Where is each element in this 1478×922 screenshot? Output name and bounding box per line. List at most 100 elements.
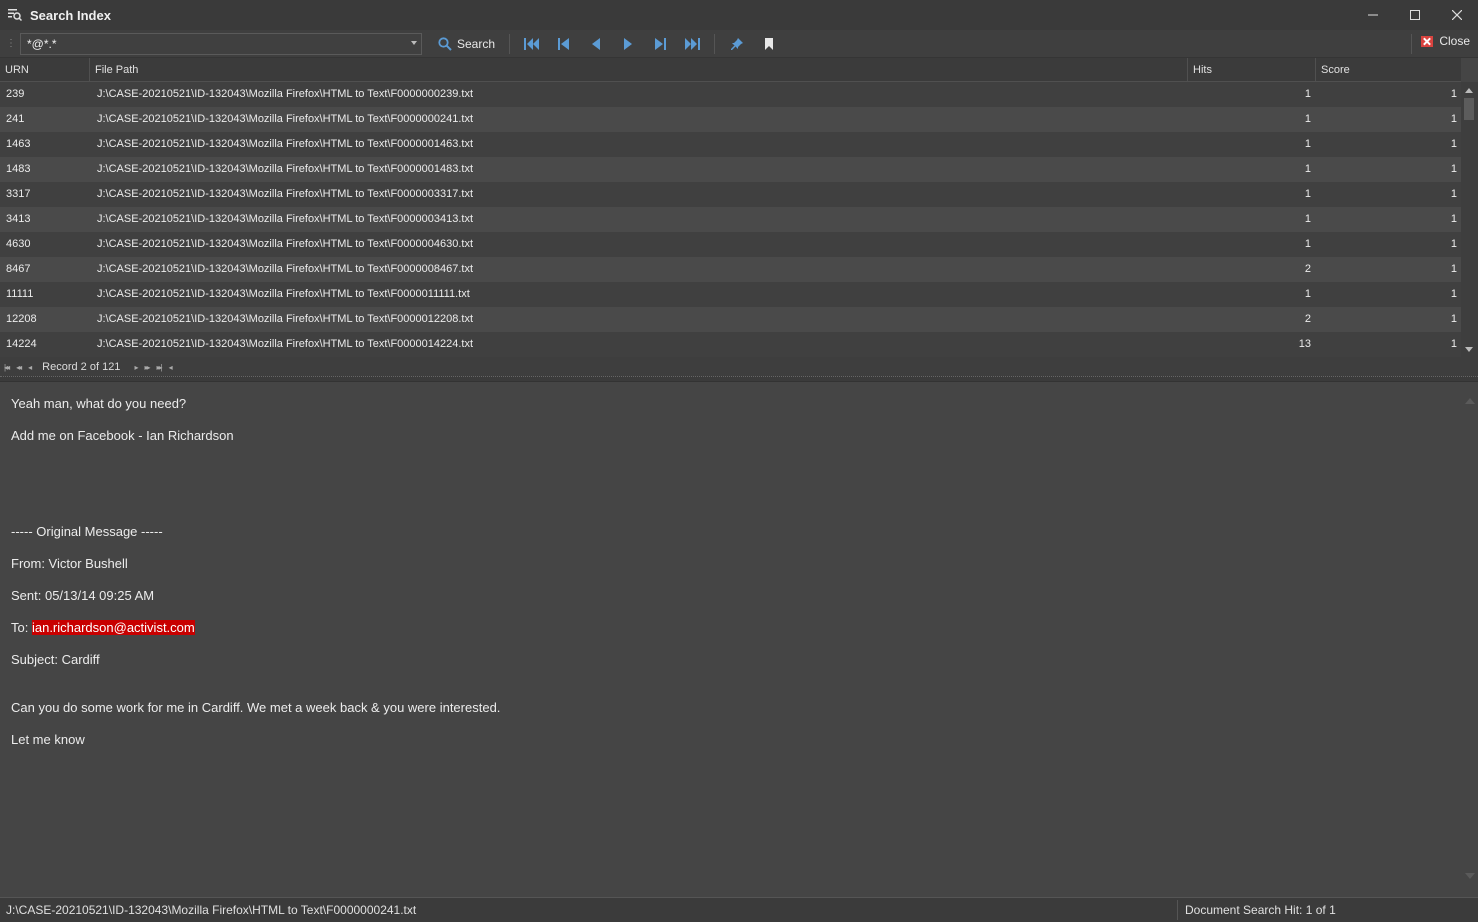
cell-file-path: J:\CASE-20210521\ID-132043\Mozilla Firef… xyxy=(97,163,474,175)
cell-score: 1 xyxy=(1450,188,1457,200)
cell-score: 1 xyxy=(1450,263,1457,275)
cell-urn: 239 xyxy=(6,88,25,100)
scroll-up-icon[interactable] xyxy=(1465,398,1475,404)
column-header-hits[interactable]: Hits xyxy=(1188,58,1316,82)
cell-file-path: J:\CASE-20210521\ID-132043\Mozilla Firef… xyxy=(97,263,474,275)
nav-prev-icon[interactable]: ◂ xyxy=(28,363,32,372)
cell-score: 1 xyxy=(1450,138,1457,150)
table-row[interactable]: 1463 J:\CASE-20210521\ID-132043\Mozilla F… xyxy=(0,132,1461,157)
table-row[interactable]: 3317 J:\CASE-20210521\ID-132043\Mozilla F… xyxy=(0,182,1461,207)
table-row[interactable]: 8467 J:\CASE-20210521\ID-132043\Mozilla F… xyxy=(0,257,1461,282)
close-button-label: Close xyxy=(1439,34,1470,48)
nav-next-icon[interactable]: ▸ xyxy=(134,363,138,372)
cell-urn: 4630 xyxy=(6,238,31,250)
cell-hits: 13 xyxy=(1298,338,1311,350)
cell-score: 1 xyxy=(1450,313,1457,325)
hscroll-left-icon[interactable]: ◂ xyxy=(169,363,173,372)
table-row[interactable]: 239 J:\CASE-20210521\ID-132043\Mozilla Fi… xyxy=(0,82,1461,107)
table-row[interactable]: 3413 J:\CASE-20210521\ID-132043\Mozilla F… xyxy=(0,207,1461,232)
cell-score: 1 xyxy=(1450,163,1457,175)
doc-line-to: To: ian.richardson@activist.com xyxy=(11,619,1450,651)
table-row[interactable]: 4630 J:\CASE-20210521\ID-132043\Mozilla F… xyxy=(0,232,1461,257)
cell-hits: 2 xyxy=(1304,313,1311,325)
viewer-scrollbar[interactable] xyxy=(1461,382,1478,897)
last-icon[interactable] xyxy=(676,33,708,55)
grid-body: 239 J:\CASE-20210521\ID-132043\Mozilla Fi… xyxy=(0,82,1461,357)
doc-line: Add me on Facebook - Ian Richardson xyxy=(11,428,234,443)
previous-page-icon[interactable] xyxy=(548,33,580,55)
doc-line: Yeah man, what do you need? xyxy=(11,396,187,411)
close-icon[interactable] xyxy=(1436,0,1478,30)
table-row[interactable]: 241 J:\CASE-20210521\ID-132043\Mozilla Fi… xyxy=(0,107,1461,132)
scroll-thumb[interactable] xyxy=(1464,98,1474,120)
cell-hits: 1 xyxy=(1304,288,1311,300)
first-icon[interactable] xyxy=(516,33,548,55)
grid-header: URN File Path Hits Score xyxy=(0,58,1461,82)
maximize-icon[interactable] xyxy=(1394,0,1436,30)
nav-first-icon[interactable]: |◂◂ xyxy=(4,363,10,372)
title-bar: Search Index xyxy=(0,0,1478,30)
doc-line: Let me know xyxy=(11,732,85,747)
cell-urn: 1483 xyxy=(6,163,31,175)
pin-icon[interactable] xyxy=(721,33,753,55)
cell-urn: 3317 xyxy=(6,188,31,200)
window-title: Search Index xyxy=(30,7,111,23)
cell-file-path: J:\CASE-20210521\ID-132043\Mozilla Firef… xyxy=(97,188,474,200)
scroll-down-icon[interactable] xyxy=(1465,347,1473,352)
table-row[interactable]: 14224 J:\CASE-20210521\ID-132043\Mozilla … xyxy=(0,332,1461,357)
bookmark-icon[interactable] xyxy=(753,33,785,55)
record-counter: Record 2 of 121 xyxy=(42,361,121,373)
doc-line: From: Victor Bushell xyxy=(11,556,128,571)
close-button[interactable]: Close xyxy=(1421,34,1470,48)
cell-hits: 2 xyxy=(1304,263,1311,275)
search-button-label: Search xyxy=(457,36,496,51)
table-row[interactable]: 12208 J:\CASE-20210521\ID-132043\Mozilla … xyxy=(0,307,1461,332)
search-input[interactable] xyxy=(27,36,397,51)
cell-hits: 1 xyxy=(1304,163,1311,175)
cell-hits: 1 xyxy=(1304,213,1311,225)
previous-icon[interactable] xyxy=(580,33,612,55)
search-button[interactable]: Search xyxy=(438,37,495,51)
next-page-icon[interactable] xyxy=(644,33,676,55)
cell-score: 1 xyxy=(1450,288,1457,300)
results-grid: URN File Path Hits Score 239 J:\CASE-2021… xyxy=(0,58,1461,358)
minimize-icon[interactable] xyxy=(1352,0,1394,30)
cell-urn: 1463 xyxy=(6,138,31,150)
to-label: To: xyxy=(11,620,32,635)
scroll-up-icon[interactable] xyxy=(1465,88,1473,93)
nav-last-icon[interactable]: ▸▸| xyxy=(156,363,162,372)
doc-line: ----- Original Message ----- xyxy=(11,524,163,539)
search-list-icon xyxy=(8,8,23,22)
cell-hits: 1 xyxy=(1304,188,1311,200)
cell-hits: 1 xyxy=(1304,113,1311,125)
cell-file-path: J:\CASE-20210521\ID-132043\Mozilla Firef… xyxy=(97,288,470,300)
table-row[interactable]: 1483 J:\CASE-20210521\ID-132043\Mozilla F… xyxy=(0,157,1461,182)
toolbar-separator xyxy=(714,33,716,54)
doc-line: Can you do some work for me in Cardiff. … xyxy=(11,700,501,715)
cell-file-path: J:\CASE-20210521\ID-132043\Mozilla Firef… xyxy=(97,313,474,325)
table-row[interactable]: 11111 J:\CASE-20210521\ID-132043\Mozilla … xyxy=(0,282,1461,307)
cell-urn: 3413 xyxy=(6,213,31,225)
cell-hits: 1 xyxy=(1304,138,1311,150)
cell-file-path: J:\CASE-20210521\ID-132043\Mozilla Firef… xyxy=(97,238,474,250)
search-combobox[interactable] xyxy=(20,32,422,55)
column-header-urn[interactable]: URN xyxy=(0,58,90,82)
cell-file-path: J:\CASE-20210521\ID-132043\Mozilla Firef… xyxy=(97,338,474,350)
toolbar-grip-icon[interactable]: ⋮ xyxy=(6,38,16,48)
nav-next-page-icon[interactable]: ▸▸ xyxy=(144,363,150,372)
doc-line: Sent: 05/13/14 09:25 AM xyxy=(11,588,155,603)
column-header-file-path[interactable]: File Path xyxy=(90,58,1188,82)
nav-prev-page-icon[interactable]: ◂◂ xyxy=(16,363,22,372)
scroll-down-icon[interactable] xyxy=(1465,873,1475,879)
grid-scrollbar[interactable] xyxy=(1461,82,1478,358)
cell-urn: 11111 xyxy=(6,288,34,300)
next-icon[interactable] xyxy=(612,33,644,55)
chevron-down-icon[interactable] xyxy=(411,40,417,45)
column-header-score[interactable]: Score xyxy=(1316,58,1461,82)
status-bar: J:\CASE-20210521\ID-132043\Mozilla Firef… xyxy=(0,897,1478,922)
status-divider xyxy=(1177,900,1178,920)
cell-file-path: J:\CASE-20210521\ID-132043\Mozilla Firef… xyxy=(97,88,474,100)
close-x-icon xyxy=(1421,35,1434,47)
status-file-path: J:\CASE-20210521\ID-132043\Mozilla Firef… xyxy=(6,903,417,917)
toolbar-separator xyxy=(1411,34,1412,54)
